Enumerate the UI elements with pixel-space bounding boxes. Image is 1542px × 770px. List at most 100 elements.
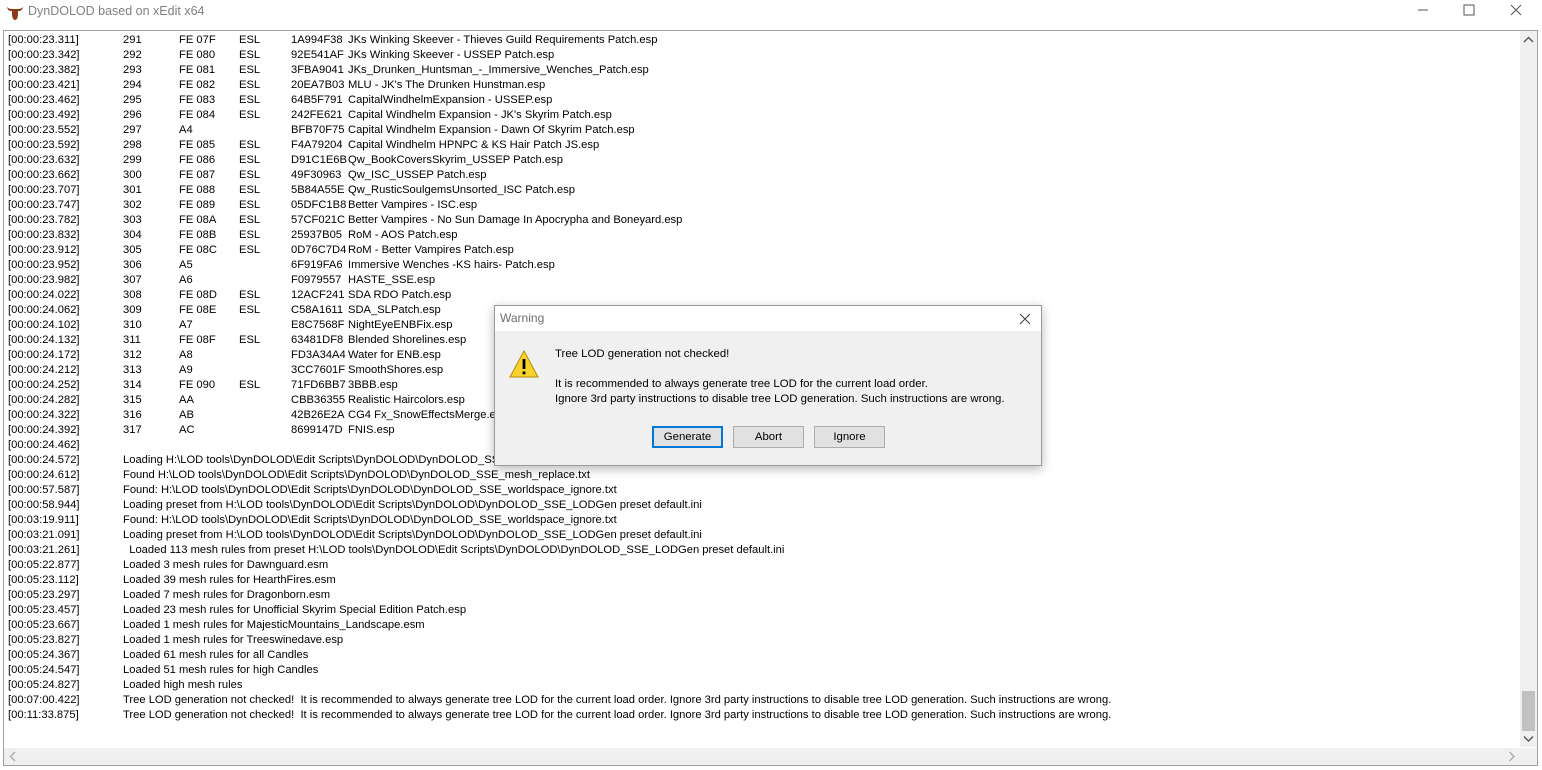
log-timestamp: [00:00:23.592] [8, 139, 80, 151]
plugin-index: 299 [123, 154, 142, 166]
log-timestamp: [00:00:23.311] [8, 34, 79, 46]
plugin-esl-flag: ESL [239, 244, 261, 256]
log-message: Found H:\LOD tools\DynDOLOD\Edit Scripts… [123, 469, 590, 481]
log-message: Loaded 61 mesh rules for all Candles [123, 649, 309, 661]
log-line: [00:05:24.367] Loaded 61 mesh rules for a… [8, 648, 1516, 663]
ignore-button[interactable]: Ignore [814, 426, 885, 448]
log-timestamp: [00:00:24.392] [8, 424, 80, 436]
close-icon[interactable] [1018, 312, 1032, 326]
log-line: [00:00:23.952] 306 A5 6F919FA6 Immersive Wen… [8, 258, 1516, 273]
plugin-filename: Qw_ISC_USSEP Patch.esp [348, 169, 487, 181]
plugin-filename: Water for ENB.esp [348, 349, 441, 361]
log-timestamp: [00:00:24.212] [8, 364, 80, 376]
log-timestamp: [00:00:57.587] [8, 484, 80, 496]
plugin-crc: 1A994F38 [291, 34, 343, 46]
plugin-load-id: A4 [179, 124, 193, 136]
plugin-load-id: FE 08E [179, 304, 217, 316]
plugin-esl-flag: ESL [239, 229, 261, 241]
abort-button[interactable]: Abort [733, 426, 804, 448]
plugin-load-id: FE 083 [179, 94, 216, 106]
log-timestamp: [00:05:23.667] [8, 619, 80, 631]
plugin-load-id: FE 08B [179, 229, 217, 241]
log-timestamp: [00:03:19.911] [8, 514, 79, 526]
plugin-crc: E8C7568F [291, 319, 345, 331]
maximize-button[interactable] [1446, 0, 1492, 30]
chevron-up-icon [1523, 36, 1534, 43]
plugin-load-id: AA [179, 394, 194, 406]
plugin-index: 316 [123, 409, 142, 421]
plugin-crc: 20EA7B03 [291, 79, 345, 91]
log-line: [00:00:23.782] 303 FE 08A ESL 57CF021C Better… [8, 213, 1516, 228]
generate-button[interactable]: Generate [652, 426, 723, 448]
log-timestamp: [00:00:24.612] [8, 469, 80, 481]
log-message: Loaded high mesh rules [123, 679, 243, 691]
plugin-crc: 25937B05 [291, 229, 343, 241]
plugin-index: 291 [123, 34, 142, 46]
plugin-filename: RoM - AOS Patch.esp [348, 229, 458, 241]
log-message: Loading preset from H:\LOD tools\DynDOLO… [123, 529, 702, 541]
plugin-index: 317 [123, 424, 142, 436]
scroll-left-button[interactable] [4, 748, 21, 765]
close-button[interactable] [1493, 0, 1539, 30]
plugin-esl-flag: ESL [239, 289, 261, 301]
log-timestamp: [00:05:24.367] [8, 649, 80, 661]
log-line: [00:00:23.382] 293 FE 081 ESL 3FBA9041 JKs_Dr… [8, 63, 1516, 78]
log-timestamp: [00:00:23.832] [8, 229, 80, 241]
plugin-esl-flag: ESL [239, 304, 261, 316]
vertical-scroll-thumb[interactable] [1522, 691, 1535, 731]
plugin-filename: CG4 Fx_SnowEffectsMerge.esp [348, 409, 508, 421]
plugin-filename: Immersive Wenches -KS hairs- Patch.esp [348, 259, 555, 271]
log-timestamp: [00:00:23.782] [8, 214, 80, 226]
plugin-load-id: A9 [179, 364, 193, 376]
plugin-load-id: AC [179, 424, 195, 436]
chevron-down-icon [1523, 736, 1534, 742]
horizontal-scrollbar[interactable] [4, 748, 1520, 765]
log-line: [00:05:23.457] Loaded 23 mesh rules for U… [8, 603, 1516, 618]
log-timestamp: [00:05:22.877] [8, 559, 80, 571]
log-line: [00:03:21.261] Loaded 113 mesh rules fro… [8, 543, 1516, 558]
log-timestamp: [00:00:24.252] [8, 379, 80, 391]
plugin-load-id: A8 [179, 349, 193, 361]
plugin-filename: Capital Windhelm Expansion - Dawn Of Sky… [348, 124, 635, 136]
log-message: Loaded 51 mesh rules for high Candles [123, 664, 319, 676]
vertical-scrollbar[interactable] [1520, 31, 1537, 747]
plugin-load-id: A5 [179, 259, 193, 271]
plugin-load-id: FE 08C [179, 244, 217, 256]
plugin-index: 307 [123, 274, 142, 286]
log-line: [00:05:23.667] Loaded 1 mesh rules for Ma… [8, 618, 1516, 633]
log-timestamp: [00:00:24.172] [8, 349, 80, 361]
log-line: [00:03:21.091] Loading preset from H:\LOD… [8, 528, 1516, 543]
log-timestamp: [00:07:00.422] [8, 694, 80, 706]
chevron-left-icon [9, 751, 16, 762]
plugin-load-id: FE 085 [179, 139, 216, 151]
log-timestamp: [00:00:24.132] [8, 334, 80, 346]
plugin-load-id: FE 080 [179, 49, 216, 61]
plugin-crc: 12ACF241 [291, 289, 345, 301]
plugin-filename: FNIS.esp [348, 424, 395, 436]
plugin-load-id: FE 089 [179, 199, 216, 211]
log-line: [00:00:23.342] 292 FE 080 ESL 92E541AF JKs Wi… [8, 48, 1516, 63]
log-timestamp: [00:00:23.662] [8, 169, 80, 181]
log-line: [00:00:23.707] 301 FE 088 ESL 5B84A55E Qw_Rus… [8, 183, 1516, 198]
plugin-esl-flag: ESL [239, 169, 261, 181]
plugin-index: 304 [123, 229, 142, 241]
plugin-crc: 57CF021C [291, 214, 346, 226]
scroll-up-button[interactable] [1520, 31, 1537, 48]
log-message: Loaded 1 mesh rules for MajesticMountain… [123, 619, 425, 631]
plugin-index: 297 [123, 124, 142, 136]
plugin-index: 310 [123, 319, 142, 331]
plugin-index: 306 [123, 259, 142, 271]
log-timestamp: [00:05:24.547] [8, 664, 80, 676]
log-line: [00:00:23.592] 298 FE 085 ESL F4A79204 Capita… [8, 138, 1516, 153]
plugin-crc: D91C1E6B [291, 154, 347, 166]
log-timestamp: [00:00:23.462] [8, 94, 80, 106]
plugin-load-id: FE 08A [179, 214, 217, 226]
scroll-right-button[interactable] [1503, 748, 1520, 765]
log-line: [00:05:24.547] Loaded 51 mesh rules for h… [8, 663, 1516, 678]
scroll-down-button[interactable] [1520, 730, 1537, 747]
dialog-message-line-2: Ignore 3rd party instructions to disable… [555, 393, 1005, 405]
minimize-button[interactable] [1400, 0, 1446, 30]
log-timestamp: [00:05:23.297] [8, 589, 80, 601]
log-line: [00:00:23.552] 297 A4 BFB70F75 Capital Windh… [8, 123, 1516, 138]
plugin-filename: HASTE_SSE.esp [348, 274, 436, 286]
